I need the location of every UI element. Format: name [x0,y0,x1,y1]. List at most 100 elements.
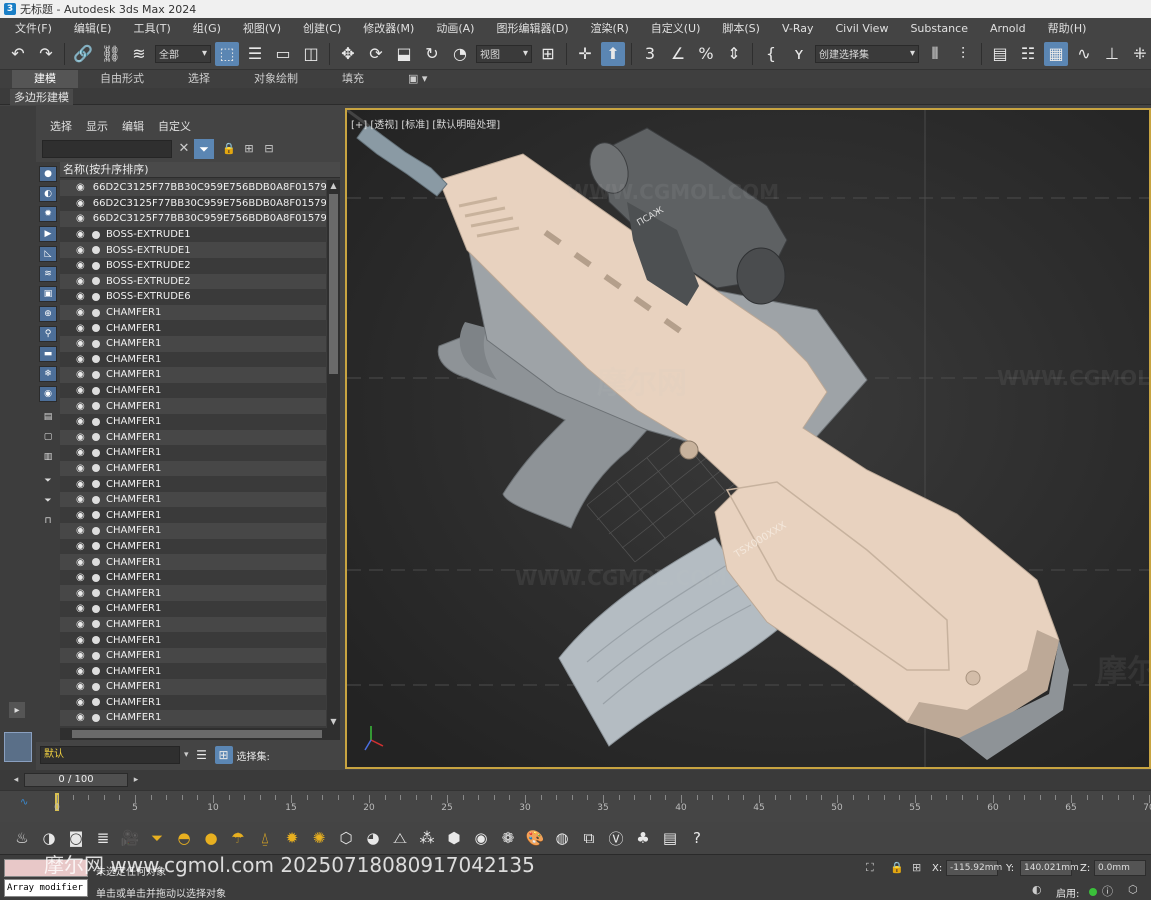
freeze-dot-icon[interactable] [92,573,100,582]
visibility-eye-icon[interactable]: ◉ [76,369,90,380]
visibility-eye-icon[interactable]: ◉ [76,385,90,396]
list-item[interactable]: ◉ BOSS-EXTRUDE2 [60,257,326,274]
freeze-dot-icon[interactable] [92,480,100,489]
explorer-menu-edit[interactable]: 编辑 [122,118,144,134]
proxy-icon[interactable]: ⬡ [334,826,358,850]
list-horizontal-scrollbar[interactable] [60,728,340,740]
list-item[interactable]: ◉ BOSS-EXTRUDE1 [60,242,326,258]
curve-editor-mini-icon[interactable]: ∿ [20,797,28,808]
freeze-dot-icon[interactable] [92,511,100,520]
prev-frame-icon[interactable]: ◂ [10,773,22,787]
menu-arnold[interactable]: Arnold [979,22,1037,35]
named-selection-icon[interactable]: ʏ [787,42,811,66]
freeze-dot-icon[interactable] [92,402,100,411]
display-spacewarps-icon[interactable]: ≋ [39,266,57,282]
display-hidden-icon[interactable]: ◉ [39,386,57,402]
freeze-dot-icon[interactable] [92,667,100,676]
palette-icon[interactable]: 🎨 [523,826,547,850]
material-editor-icon[interactable]: ⁜ [1128,42,1151,66]
freeze-dot-icon[interactable] [92,651,100,660]
viewport-label[interactable]: [+] [透视] [标准] [默认明暗处理] [351,116,500,131]
schematic-view-icon[interactable]: ⊥ [1100,42,1124,66]
tab-modeling[interactable]: 建模 [12,70,78,88]
scatter-icon[interactable]: ⬢ [442,826,466,850]
list-item[interactable]: ◉ CHAMFER1 [60,663,326,679]
freeze-dot-icon[interactable] [92,526,100,535]
freeze-dot-icon[interactable] [92,386,100,395]
bind-spacewarp-icon[interactable]: ≋ [127,42,151,66]
isolate-icon[interactable]: ⛶ [866,861,874,875]
forest-icon[interactable]: ♣ [631,826,655,850]
angle-snap-icon[interactable]: ∠ [666,42,690,66]
freeze-dot-icon[interactable] [92,433,100,442]
freeze-dot-icon[interactable] [92,246,100,255]
camera-icon[interactable]: ◙ [64,826,88,850]
ribbon-options-icon[interactable]: ▣ ▾ [386,70,449,88]
list-item[interactable]: ◉ CHAMFER1 [60,367,326,383]
freeze-dot-icon[interactable] [92,277,100,286]
freeze-dot-icon[interactable] [92,464,100,473]
freeze-dot-icon[interactable] [92,230,100,239]
visibility-eye-icon[interactable]: ◉ [76,541,90,552]
select-place-icon[interactable]: ↻ [420,42,444,66]
visibility-eye-icon[interactable]: ◉ [76,697,90,708]
display-bones-icon[interactable]: ⚲ [39,326,57,342]
chevron-down-icon[interactable]: ▾ [184,750,189,760]
explorer-search-input[interactable] [42,140,172,158]
scene-explorer-toggle-icon[interactable]: ▤ [988,42,1012,66]
display-cameras-icon[interactable]: ▶ [39,226,57,242]
list-item[interactable]: ◉ 66D2C3125F77BB30C959E756BDB0A8F01579 [60,180,326,196]
z-coordinate-field[interactable]: 0.0mm [1094,860,1146,876]
freeze-dot-icon[interactable] [92,261,100,270]
list-item[interactable]: ◉ CHAMFER1 [60,351,326,368]
teapot-icon[interactable]: ♨ [10,826,34,850]
layers-icon[interactable]: ☰ [193,746,211,764]
list-item[interactable]: ◉ CHAMFER1 [60,398,326,414]
menu-rendering[interactable]: 渲染(R) [580,20,640,36]
menu-vray[interactable]: V-Ray [771,22,825,35]
notes-icon[interactable]: ▤ [658,826,682,850]
list-vertical-scrollbar[interactable]: ▲ ▼ [327,180,340,728]
list-item[interactable]: ◉ CHAMFER1 [60,632,326,648]
display-geometry-icon[interactable]: ● [39,166,57,182]
menu-tools[interactable]: 工具(T) [122,20,181,36]
list-item[interactable]: ◉ CHAMFER1 [60,694,326,711]
window-crossing-icon[interactable]: ◫ [299,42,323,66]
list-item[interactable]: ◉ CHAMFER1 [60,601,326,617]
ies-light-icon[interactable]: ⍙ [253,826,277,850]
list-item[interactable]: ◉ CHAMFER1 [60,523,326,539]
list-item[interactable]: ◉ CHAMFER1 [60,476,326,492]
visibility-eye-icon[interactable]: ◉ [76,572,90,583]
visibility-eye-icon[interactable]: ◉ [76,510,90,521]
list-item[interactable]: ◉ CHAMFER1 [60,710,326,726]
selection-filter-dropdown[interactable]: 全部 ▾ [155,44,211,63]
freeze-dot-icon[interactable] [92,370,100,379]
visibility-eye-icon[interactable]: ◉ [76,681,90,692]
display-groups-icon[interactable]: ▣ [39,286,57,302]
help-icon[interactable]: ? [685,826,709,850]
freeze-dot-icon[interactable] [92,355,100,364]
menu-edit[interactable]: 编辑(E) [63,20,123,36]
shape-icon[interactable]: ◑ [37,826,61,850]
menu-create[interactable]: 创建(C) [292,20,352,36]
tab-freeform[interactable]: 自由形式 [78,70,166,88]
sphere-light-icon[interactable]: ● [199,826,223,850]
menu-views[interactable]: 视图(V) [232,20,292,36]
list-item[interactable]: ◉ CHAMFER1 [60,647,326,664]
visibility-eye-icon[interactable]: ◉ [76,619,90,630]
visibility-eye-icon[interactable]: ◉ [76,447,90,458]
visibility-eye-icon[interactable]: ◉ [76,323,90,334]
curve-editor-icon[interactable]: ∿ [1072,42,1096,66]
display-frozen-icon[interactable]: ❄ [39,366,57,382]
hierarchy-children-icon[interactable]: ⊟ [262,142,276,156]
expand-arrow-icon[interactable]: ▸ [9,702,25,718]
rect-selection-region-icon[interactable]: ▭ [271,42,295,66]
freeze-dot-icon[interactable] [92,604,100,613]
display-lights-icon[interactable]: ✹ [39,206,57,222]
select-manipulate-toggle-icon[interactable]: ⬆ [601,41,625,66]
list-item[interactable]: ◉ CHAMFER1 [60,445,326,461]
layer-box-icon[interactable]: ⊓ [39,514,57,530]
maxscript-listener-input[interactable]: Array modifier [4,879,88,897]
selection-lock-icon[interactable]: 🔒 [890,861,904,874]
visibility-eye-icon[interactable]: ◉ [76,432,90,443]
